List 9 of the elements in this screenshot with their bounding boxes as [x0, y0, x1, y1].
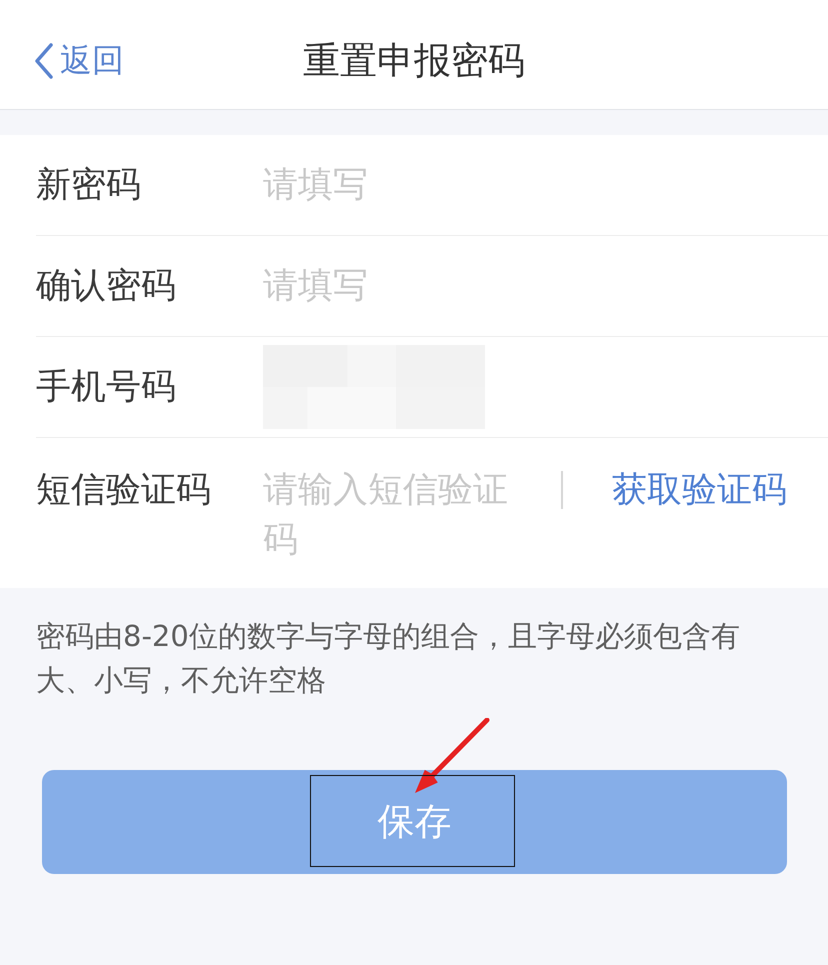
chevron-left-icon: [34, 42, 54, 78]
password-rule-text: 密码由8-20位的数字与字母的组合，且字母必须包含有大、小写，不允许空格: [35, 618, 741, 699]
field-label: 短信验证码: [36, 469, 212, 512]
get-code-button[interactable]: 获取验证码: [612, 465, 787, 515]
field-label: 手机号码: [36, 366, 177, 409]
page-title: 重置申报密码: [303, 38, 525, 84]
back-button[interactable]: 返回: [34, 38, 124, 82]
field-label: 确认密码: [36, 265, 177, 308]
field-label: 新密码: [36, 164, 142, 207]
